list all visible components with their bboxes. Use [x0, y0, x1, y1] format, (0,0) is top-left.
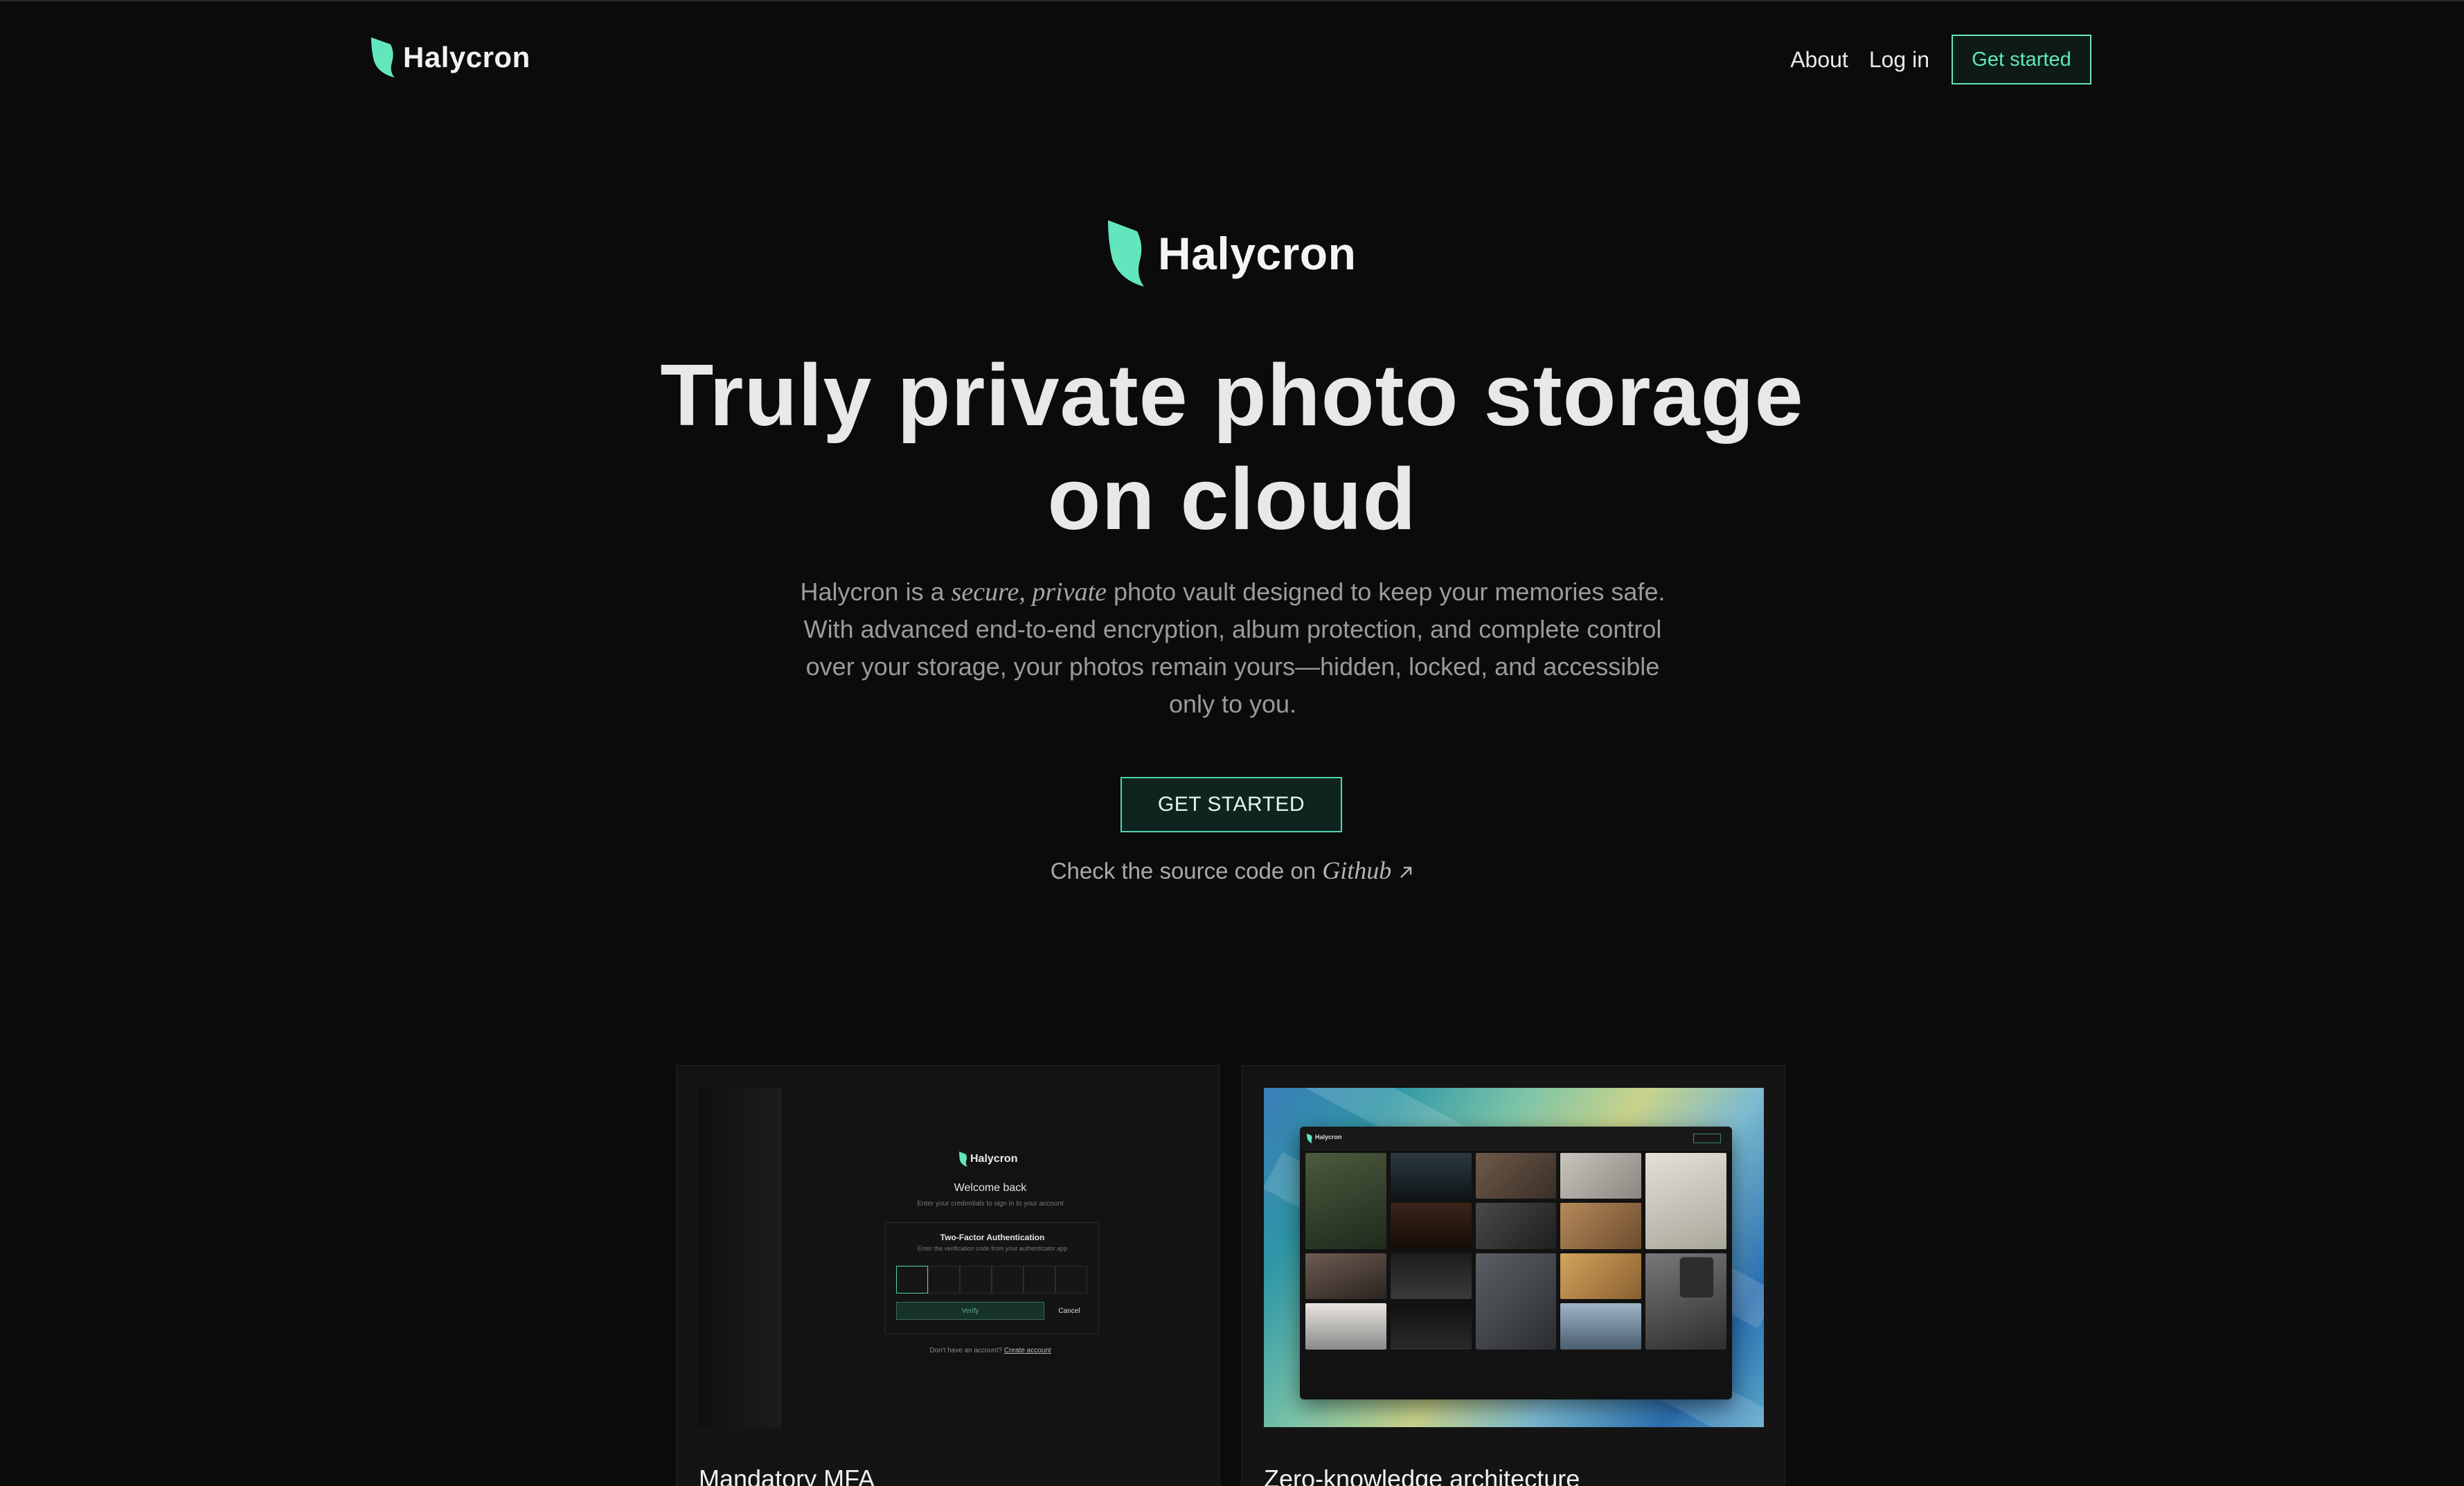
feature-title-mfa: Mandatory MFA — [699, 1465, 875, 1486]
landing-page: Halycron About Log in Get started Halycr… — [0, 0, 2464, 1486]
photo-thumbnail — [1560, 1153, 1642, 1199]
preview-photo-grid — [1305, 1153, 1726, 1399]
otp-digit — [960, 1266, 992, 1293]
preview-brand-name: Halycron — [970, 1153, 1018, 1165]
otp-digit — [992, 1266, 1024, 1293]
otp-digit — [1024, 1266, 1055, 1293]
preview-app-header: Halycron — [1300, 1127, 1732, 1150]
source-code-line: Check the source code on Github — [0, 856, 2464, 885]
photo-thumbnail — [1475, 1253, 1557, 1350]
nav-brand[interactable]: Halycron — [371, 37, 530, 78]
preview-signup-prefix: Don't have an account? — [929, 1347, 1004, 1354]
hero-headline: Truly private photo storage on cloud — [0, 343, 2464, 551]
logo-leaf-icon — [1108, 220, 1144, 287]
preview-2fa-subtitle: Enter the verification code from your au… — [917, 1245, 1068, 1252]
preview-otp-fields — [896, 1266, 1087, 1293]
nav-link-login[interactable]: Log in — [1869, 47, 1929, 73]
photo-thumbnail — [1390, 1253, 1472, 1300]
preview-2fa-box: Two-Factor Authentication Enter the veri… — [884, 1222, 1099, 1334]
nav-link-about[interactable]: About — [1790, 47, 1848, 73]
photo-thumbnail — [1645, 1153, 1726, 1249]
otp-digit — [1055, 1266, 1087, 1293]
preview-signup-line: Don't have an account? Create account — [782, 1347, 1199, 1354]
preview-create-account-link: Create account — [1003, 1347, 1051, 1354]
preview-app-brand: Halycron — [1315, 1134, 1342, 1140]
preview-login-panel: Halycron Welcome back Enter your credent… — [782, 1088, 1199, 1427]
zero-knowledge-preview-image: Halycron — [1264, 1088, 1764, 1427]
photo-thumbnail — [1305, 1153, 1386, 1249]
arrow-up-right-icon — [1400, 867, 1412, 879]
photo-thumbnail — [1560, 1203, 1642, 1249]
hero-get-started-button[interactable]: GET STARTED — [1121, 777, 1342, 832]
logo-leaf-icon — [959, 1152, 967, 1167]
photo-thumbnail — [1390, 1303, 1472, 1350]
photo-thumbnail — [1305, 1253, 1386, 1300]
preview-lock-badge — [1679, 1257, 1714, 1298]
photo-thumbnail — [1305, 1303, 1386, 1350]
mfa-preview-image: Halycron Welcome back Enter your credent… — [699, 1088, 1199, 1427]
preview-welcome-title: Welcome back — [954, 1182, 1027, 1194]
hero-brand-name: Halycron — [1158, 228, 1357, 279]
hero-description: Halycron is a secure, private photo vaul… — [789, 573, 1676, 723]
nav-actions: About Log in Get started — [1790, 35, 2091, 84]
headline-line-2: on cloud — [1047, 450, 1417, 548]
github-link[interactable]: Github — [1322, 857, 1391, 884]
preview-cancel-button: Cancel — [1058, 1307, 1080, 1315]
hero-brand: Halycron — [1108, 220, 1356, 287]
preview-brand: Halycron — [959, 1152, 1017, 1167]
preview-app-window: Halycron — [1300, 1127, 1732, 1399]
feature-card-zero-knowledge: Halycron Zero-knowledge architecture — [1241, 1065, 1785, 1486]
description-emphasis: secure, private — [951, 578, 1107, 607]
otp-digit — [928, 1266, 960, 1293]
feature-title-zero-knowledge: Zero-knowledge architecture — [1264, 1465, 1580, 1486]
photo-thumbnail — [1560, 1253, 1642, 1300]
photo-thumbnail — [1560, 1303, 1642, 1350]
description-prefix: Halycron is a — [800, 578, 952, 606]
photo-thumbnail — [1475, 1203, 1557, 1249]
logo-leaf-icon — [371, 37, 395, 78]
nav-get-started-button[interactable]: Get started — [1952, 35, 2091, 84]
top-nav: Halycron About Log in Get started — [371, 35, 2091, 87]
logo-leaf-icon — [1307, 1134, 1312, 1143]
source-prefix: Check the source code on — [1050, 858, 1323, 884]
otp-digit — [896, 1266, 928, 1293]
preview-welcome-subtitle: Enter your credentials to sign in to you… — [917, 1200, 1064, 1208]
photo-thumbnail — [1390, 1203, 1472, 1249]
preview-verify-button: Verify — [896, 1302, 1044, 1320]
photo-thumbnail — [1475, 1153, 1557, 1199]
photo-thumbnail — [1390, 1153, 1472, 1199]
feature-card-mfa: Halycron Welcome back Enter your credent… — [676, 1065, 1220, 1486]
preview-side-strip — [699, 1088, 782, 1427]
preview-2fa-title: Two-Factor Authentication — [940, 1233, 1045, 1242]
nav-brand-name: Halycron — [403, 41, 530, 73]
headline-line-1: Truly private photo storage — [660, 346, 1804, 444]
preview-upload-button — [1693, 1134, 1721, 1143]
